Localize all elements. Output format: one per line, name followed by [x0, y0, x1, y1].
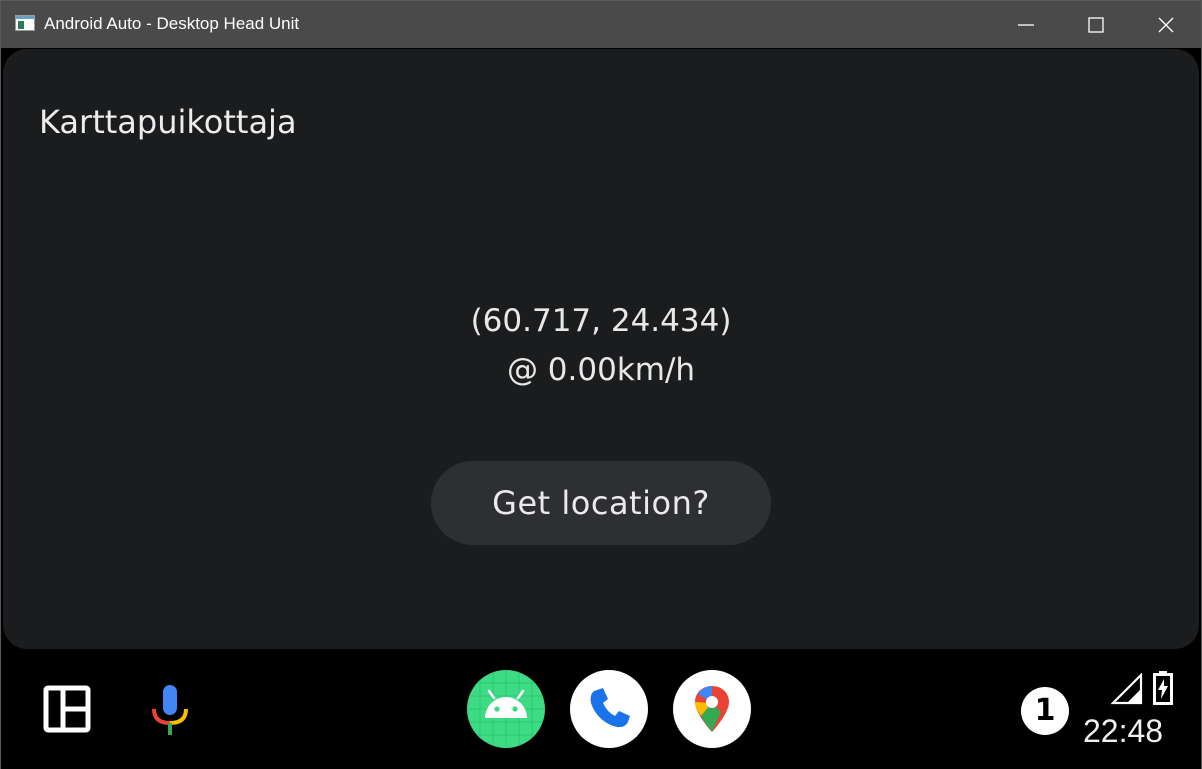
title-bar[interactable]: Android Auto - Desktop Head Unit	[1, 1, 1201, 48]
speed-text: @ 0.00km/h	[506, 352, 696, 388]
phone-app-icon[interactable]	[570, 670, 648, 748]
coordinates-text: (60.717, 24.434)	[470, 303, 732, 339]
navigation-rail: 1 22:48	[1, 649, 1201, 769]
clock: 22:48	[1083, 713, 1164, 749]
desktop-head-unit-window: Android Auto - Desktop Head Unit Karttap…	[0, 0, 1202, 769]
minimize-icon	[1018, 24, 1034, 26]
get-location-button[interactable]: Get location?	[431, 461, 771, 545]
message-template-card: Karttapuikottaja (60.717, 24.434) @ 0.00…	[3, 49, 1199, 649]
android-app-icon[interactable]	[467, 670, 545, 748]
signal-icon	[1111, 673, 1143, 705]
minimize-button[interactable]	[991, 1, 1061, 48]
maximize-button[interactable]	[1061, 1, 1131, 48]
microphone-icon[interactable]	[149, 685, 191, 737]
window-title: Android Auto - Desktop Head Unit	[44, 14, 300, 33]
close-button[interactable]	[1131, 1, 1201, 48]
close-icon	[1158, 17, 1174, 33]
window-app-icon	[15, 15, 35, 31]
maximize-icon	[1088, 17, 1104, 33]
maps-app-icon[interactable]	[673, 670, 751, 748]
screen-title: Karttapuikottaja	[39, 103, 297, 141]
dashboard-icon[interactable]	[43, 685, 91, 733]
notification-count-badge[interactable]: 1	[1021, 687, 1069, 735]
battery-charging-icon	[1153, 671, 1173, 705]
